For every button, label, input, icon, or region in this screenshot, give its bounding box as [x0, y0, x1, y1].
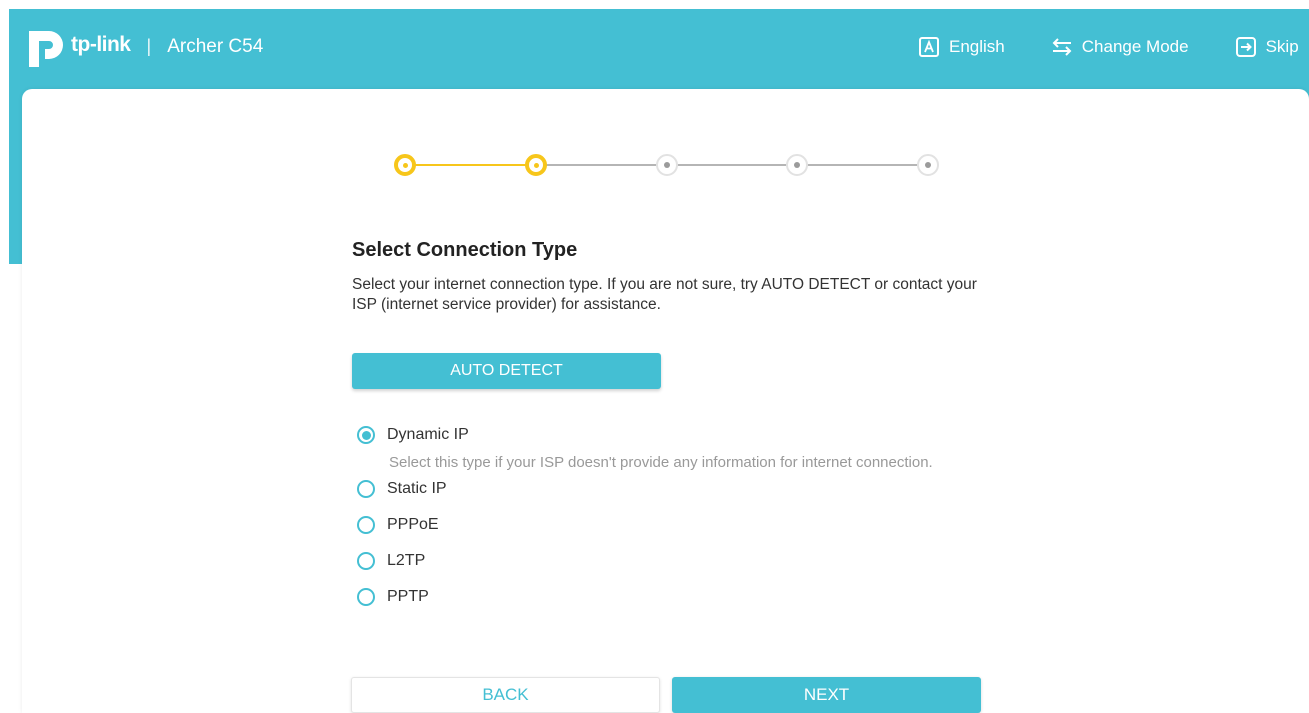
page-left-margin: [0, 9, 9, 713]
radio-option-l2tp[interactable]: L2TP: [357, 549, 977, 573]
stepper-connector: [405, 164, 536, 166]
wizard-card: Select Connection Type Select your inter…: [22, 89, 1309, 713]
next-button[interactable]: NEXT: [672, 677, 981, 713]
top-header: tp-link | Archer C54 English Change Mode: [9, 9, 1309, 89]
stepper-step: [394, 154, 416, 176]
stepper-step: [917, 154, 939, 176]
radio-option-pptp[interactable]: PPTP: [357, 585, 977, 609]
brand-name: tp-link: [71, 33, 131, 56]
tp-link-logo: tp-link | Archer C54: [23, 25, 263, 69]
skip-button[interactable]: Skip: [1234, 35, 1299, 59]
page-description: Select your internet connection type. If…: [352, 276, 977, 313]
radio-option-dynamic-ip[interactable]: Dynamic IP: [357, 423, 977, 447]
page-top-margin: [0, 0, 1309, 9]
radio-button[interactable]: [357, 480, 375, 498]
radio-option-pppoe[interactable]: PPPoE: [357, 513, 977, 537]
radio-option-label: PPTP: [387, 588, 429, 605]
stepper-step: [786, 154, 808, 176]
skip-label: Skip: [1265, 37, 1299, 56]
swap-arrows-icon: [1050, 35, 1074, 59]
radio-button[interactable]: [357, 552, 375, 570]
connection-type-options: Dynamic IP Select this type if your ISP d…: [357, 423, 977, 609]
radio-option-label: PPPoE: [387, 516, 439, 533]
radio-option-label: Static IP: [387, 480, 447, 497]
radio-option-help: Select this type if your ISP doesn't pro…: [389, 454, 933, 471]
change-mode-button[interactable]: Change Mode: [1050, 35, 1189, 59]
radio-button[interactable]: [357, 516, 375, 534]
brand-separator: |: [146, 35, 152, 56]
stepper-step: [525, 154, 547, 176]
change-mode-label: Change Mode: [1081, 37, 1189, 56]
language-a-icon: [917, 35, 941, 59]
radio-option-static-ip[interactable]: Static IP: [357, 477, 977, 501]
stepper-connector: [797, 164, 928, 166]
stepper-connector: [536, 164, 667, 166]
tp-link-logo-icon: [23, 25, 69, 69]
language-label: English: [949, 37, 1005, 56]
stepper-step: [656, 154, 678, 176]
language-button[interactable]: English: [917, 35, 1005, 59]
radio-button[interactable]: [357, 426, 375, 444]
progress-stepper: [394, 151, 942, 179]
page-title: Select Connection Type: [352, 239, 578, 261]
stepper-connector: [667, 164, 797, 166]
exit-arrow-icon: [1234, 35, 1258, 59]
radio-option-label: L2TP: [387, 552, 426, 569]
connection-type-section: Select Connection Type Select your inter…: [352, 239, 992, 606]
radio-option-label: Dynamic IP: [387, 426, 469, 443]
auto-detect-button[interactable]: AUTO DETECT: [352, 353, 661, 389]
header-actions: English Change Mode Skip: [917, 35, 1299, 59]
radio-button[interactable]: [357, 588, 375, 606]
back-button[interactable]: BACK: [351, 677, 660, 713]
model-name: Archer C54: [167, 35, 264, 57]
